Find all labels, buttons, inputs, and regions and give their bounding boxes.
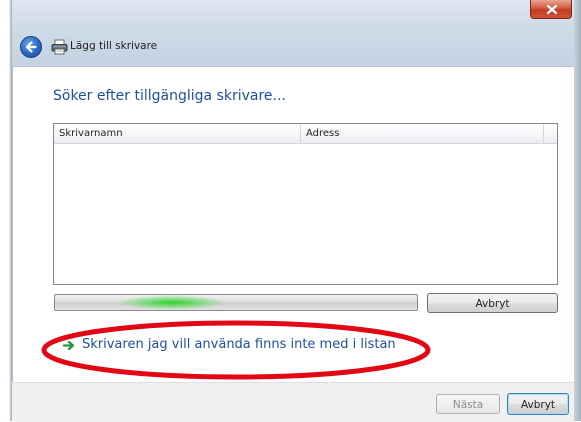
list-header: Skrivarnamn Adress: [54, 124, 557, 144]
progress-glow: [117, 295, 227, 310]
page-heading: Söker efter tillgängliga skrivare...: [53, 88, 286, 104]
window-title: Lägg till skrivare: [70, 40, 158, 52]
search-progress-bar: [54, 294, 418, 311]
missing-printer-link-text[interactable]: Skrivaren jag vill använda finns inte me…: [82, 336, 396, 354]
next-button[interactable]: Nästa: [436, 394, 500, 414]
printer-list[interactable]: Skrivarnamn Adress: [53, 123, 558, 285]
back-arrow-icon: [25, 41, 37, 53]
column-header-address[interactable]: Adress: [301, 124, 544, 143]
add-printer-window: Lägg till skrivare Söker efter tillgängl…: [0, 0, 581, 422]
window-frame-right: [574, 0, 581, 421]
column-header-filler: [544, 124, 557, 143]
back-button[interactable]: [20, 36, 42, 58]
titlebar: [12, 0, 574, 67]
close-button[interactable]: [530, 0, 572, 19]
cancel-search-button[interactable]: Avbryt: [427, 293, 558, 313]
column-header-printer-name[interactable]: Skrivarnamn: [54, 124, 301, 143]
cancel-button[interactable]: Avbryt: [507, 393, 569, 415]
green-arrow-icon: [63, 340, 75, 351]
printer-icon: [51, 39, 68, 55]
close-icon: [546, 4, 558, 15]
